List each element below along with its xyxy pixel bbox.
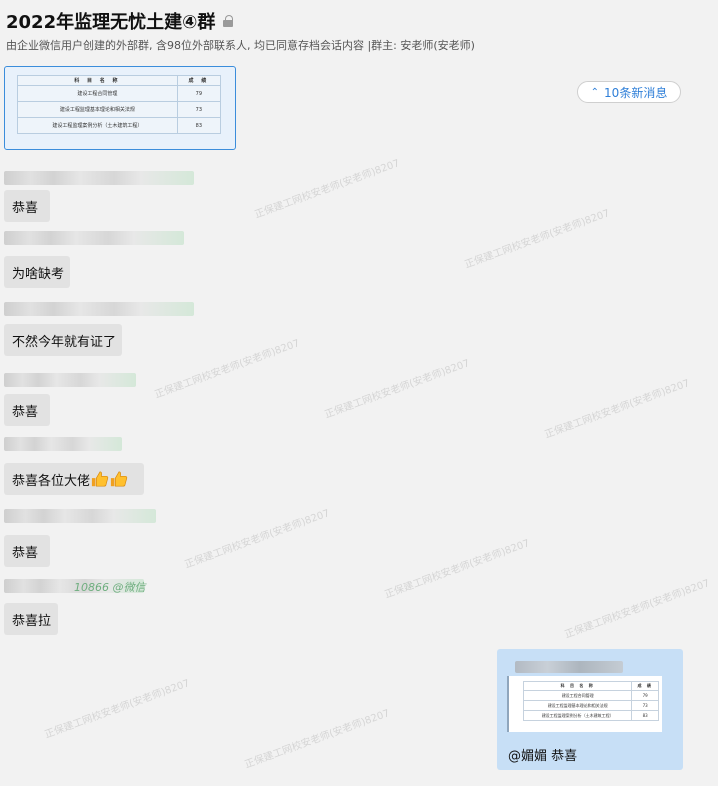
watermark-text: 正保建工网校安老师(安老师)8207: [563, 578, 712, 641]
message-bubble[interactable]: 恭喜: [4, 394, 50, 426]
watermark-text: 正保建工网校安老师(安老师)8207: [323, 358, 472, 421]
thumbs-up-icon: [91, 471, 109, 487]
table-header: 成 绩: [176, 75, 222, 86]
sender-name-blurred: [4, 302, 194, 316]
table-row: 建设工程监理基本理论和相关法规 73: [522, 700, 659, 711]
sender-name-partial: 10866 @微信: [74, 581, 146, 594]
message-bubble[interactable]: 恭喜拉: [4, 603, 58, 635]
watermark-text: 正保建工网校安老师(安老师)8207: [543, 378, 692, 441]
new-messages-label: 10条新消息: [604, 85, 668, 100]
score-image-message[interactable]: 科 目 名 称 成 绩 建设工程合同管理 79 建设工程监理基本理论和相关法规 …: [4, 66, 236, 150]
new-messages-button[interactable]: ⌃ 10条新消息: [577, 81, 681, 103]
watermark-text: 正保建工网校安老师(安老师)8207: [243, 708, 392, 771]
table-header: 科 目 名 称: [17, 75, 178, 86]
table-row: 建设工程合同管理 79: [17, 85, 222, 102]
watermark-text: 正保建工网校安老师(安老师)8207: [383, 538, 532, 601]
sender-name-blurred: [4, 231, 184, 245]
message-bubble[interactable]: 恭喜: [4, 190, 50, 222]
group-subtitle: 由企业微信用户创建的外部群, 含98位外部联系人, 均已同意存档会话内容 |群主…: [6, 39, 475, 52]
reply-mention-text: @媚媚 恭喜: [508, 749, 578, 764]
table-row: 建设工程监理案例分析（土木建筑工程） 83: [17, 117, 222, 134]
message-bubble[interactable]: 恭喜: [4, 535, 50, 567]
own-reply-card[interactable]: 科 目 名 称 成 绩 建设工程合同管理 79 建设工程监理基本理论和相关法规 …: [497, 649, 683, 770]
sender-name-blurred: [4, 509, 156, 523]
lock-icon: [223, 15, 234, 27]
table-row: 建设工程合同管理 79: [522, 690, 659, 701]
message-bubble[interactable]: 不然今年就有证了: [4, 324, 122, 356]
quoted-score-image[interactable]: 科 目 名 称 成 绩 建设工程合同管理 79 建设工程监理基本理论和相关法规 …: [507, 676, 662, 732]
message-bubble[interactable]: 恭喜各位大佬: [4, 463, 144, 495]
title-row: 2022年监理无忧土建④群: [6, 8, 234, 34]
watermark-text: 正保建工网校安老师(安老师)8207: [183, 508, 332, 571]
watermark-text: 正保建工网校安老师(安老师)8207: [463, 208, 612, 271]
watermark-text: 正保建工网校安老师(安老师)8207: [153, 338, 302, 401]
sender-name-blurred: [4, 437, 122, 451]
message-text: 恭喜各位大佬: [12, 473, 91, 489]
sender-name-blurred: [4, 373, 136, 387]
watermark-text: 正保建工网校安老师(安老师)8207: [43, 678, 192, 741]
chat-header: 2022年监理无忧土建④群 由企业微信用户创建的外部群, 含98位外部联系人, …: [0, 0, 718, 60]
double-chevron-up-icon: ⌃: [590, 86, 600, 98]
thumbs-up-icon: [110, 471, 128, 487]
table-row: 建设工程监理案例分析（土木建筑工程） 83: [522, 710, 659, 721]
table-row: 建设工程监理基本理论和相关法规 73: [17, 101, 222, 118]
watermark-text: 正保建工网校安老师(安老师)8207: [253, 158, 402, 221]
message-list[interactable]: 科 目 名 称 成 绩 建设工程合同管理 79 建设工程监理基本理论和相关法规 …: [0, 60, 718, 786]
message-bubble[interactable]: 为啥缺考: [4, 256, 70, 288]
sender-name-blurred: [4, 171, 194, 185]
group-title[interactable]: 2022年监理无忧土建④群: [6, 8, 215, 34]
score-table: 科 目 名 称 成 绩 建设工程合同管理 79 建设工程监理基本理论和相关法规 …: [17, 75, 222, 134]
quoted-score-table: 科 目 名 称 成 绩 建设工程合同管理 79 建设工程监理基本理论和相关法规 …: [522, 681, 659, 721]
quoted-sender-blurred: [515, 661, 623, 673]
